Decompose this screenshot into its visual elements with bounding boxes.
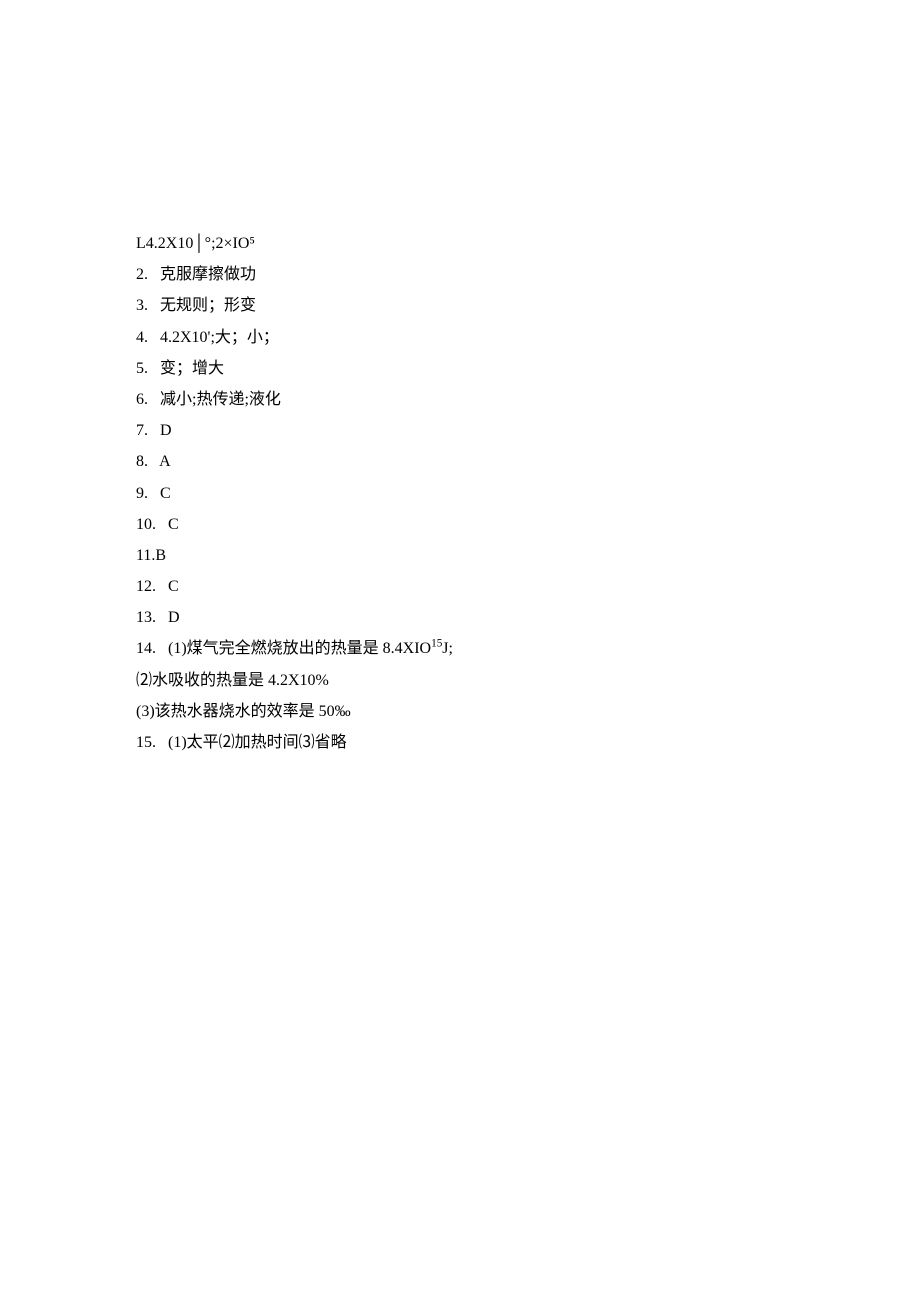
answer-14-part3: (3)该热水器烧水的效率是 50‰ xyxy=(136,696,920,727)
answer-7-num: 7. xyxy=(136,422,148,439)
answer-14-part2-text: ⑵水吸收的热量是 4.2X10% xyxy=(136,672,329,689)
answer-7: 7. D xyxy=(136,415,920,446)
answer-8-num: 8. xyxy=(136,453,148,470)
answer-6-text: 减小;热传递;液化 xyxy=(160,391,281,408)
answer-2: 2. 克服摩擦做功 xyxy=(136,259,920,290)
answer-key-page: L4.2X10│°;2×IO⁵ 2. 克服摩擦做功 3. 无规则；形变 4. 4… xyxy=(0,0,920,758)
answer-2-num: 2. xyxy=(136,266,148,283)
answer-11: 11.B xyxy=(136,540,920,571)
answer-2-text: 克服摩擦做功 xyxy=(160,266,256,283)
answer-6-num: 6. xyxy=(136,391,148,408)
answer-10-num: 10. xyxy=(136,516,156,533)
answer-14-num: 14. xyxy=(136,640,156,657)
answer-4-num: 4. xyxy=(136,329,148,346)
answer-15-text: (1)太平⑵加热时间⑶省略 xyxy=(168,734,347,751)
answer-14-part1: 14. (1)煤气完全燃烧放出的热量是 8.4XIO15J; xyxy=(136,633,920,664)
answer-15: 15. (1)太平⑵加热时间⑶省略 xyxy=(136,727,920,758)
answer-14-part2: ⑵水吸收的热量是 4.2X10% xyxy=(136,665,920,696)
answer-11-text: 11.B xyxy=(136,547,166,564)
answer-5: 5. 变；增大 xyxy=(136,353,920,384)
answer-5-num: 5. xyxy=(136,360,148,377)
answer-10: 10. C xyxy=(136,509,920,540)
answer-13-text: D xyxy=(168,609,180,626)
answer-1-text: L4.2X10│°;2×IO⁵ xyxy=(136,235,255,252)
answer-9-text: C xyxy=(160,485,171,502)
answer-15-num: 15. xyxy=(136,734,156,751)
answer-3-num: 3. xyxy=(136,297,148,314)
answer-9: 9. C xyxy=(136,478,920,509)
answer-14-text-a: (1)煤气完全燃烧放出的热量是 8.4XIO xyxy=(168,640,431,657)
answer-8-text: A xyxy=(159,453,171,470)
answer-3: 3. 无规则；形变 xyxy=(136,290,920,321)
answer-7-text: D xyxy=(160,422,172,439)
answer-12-num: 12. xyxy=(136,578,156,595)
answer-12: 12. C xyxy=(136,571,920,602)
answer-12-text: C xyxy=(168,578,179,595)
answer-8: 8. A xyxy=(136,446,920,477)
answer-9-num: 9. xyxy=(136,485,148,502)
answer-5-text: 变；增大 xyxy=(160,360,224,377)
answer-14-superscript: 15 xyxy=(431,638,442,650)
answer-14-text-b: J; xyxy=(442,640,453,657)
answer-14-part3-text: (3)该热水器烧水的效率是 50‰ xyxy=(136,703,351,720)
answer-1: L4.2X10│°;2×IO⁵ xyxy=(136,228,920,259)
answer-4-text: 4.2X10';大；小； xyxy=(160,329,279,346)
answer-10-text: C xyxy=(168,516,179,533)
answer-6: 6. 减小;热传递;液化 xyxy=(136,384,920,415)
answer-4: 4. 4.2X10';大；小； xyxy=(136,322,920,353)
answer-13-num: 13. xyxy=(136,609,156,626)
answer-3-text: 无规则；形变 xyxy=(160,297,256,314)
answer-13: 13. D xyxy=(136,602,920,633)
